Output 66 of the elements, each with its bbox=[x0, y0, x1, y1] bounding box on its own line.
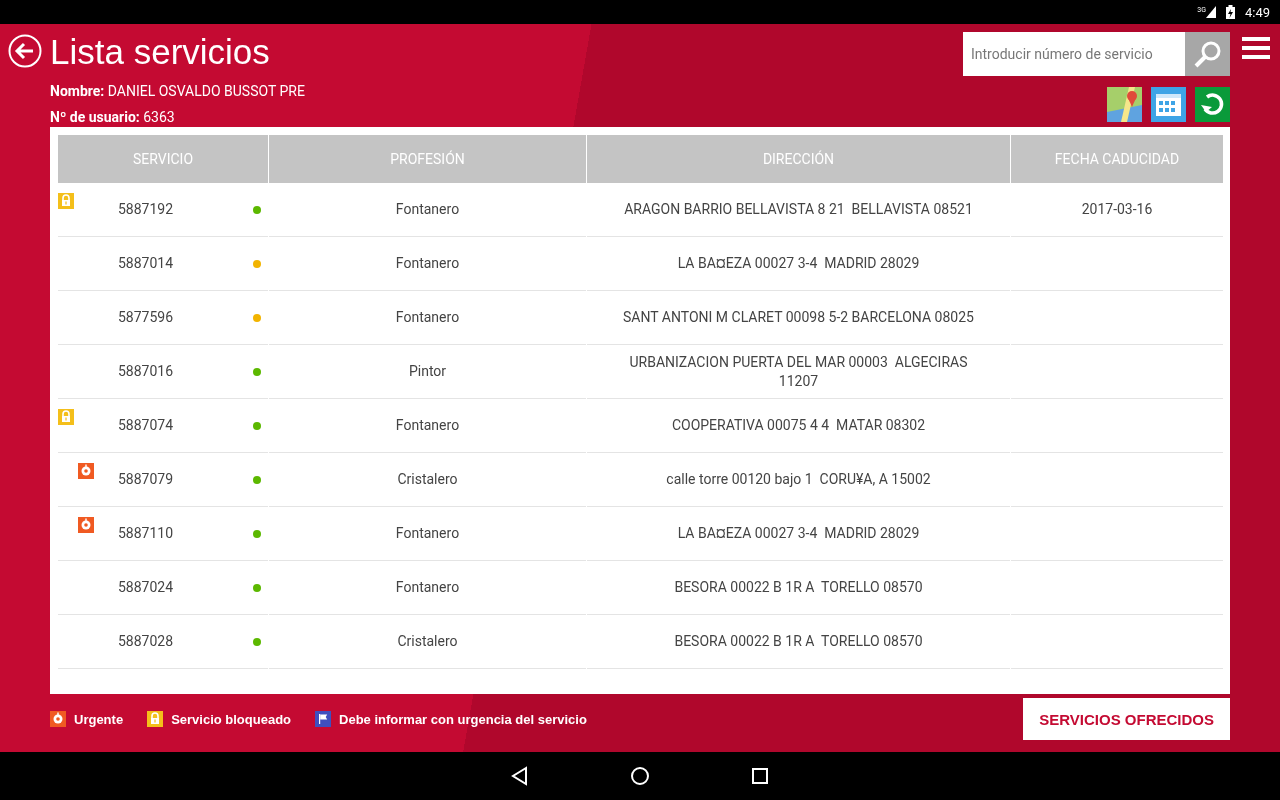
recents-nav-button[interactable] bbox=[750, 766, 770, 786]
address-cell: SANT ANTONI M CLARET 00098 5-2 BARCELONA 08025 bbox=[623, 308, 974, 327]
expiry-date-cell: 2017-03-16 bbox=[1081, 200, 1153, 219]
address-cell: LA BA¤EZA 00027 3-4 MADRID 28029 bbox=[677, 254, 920, 273]
profession-cell: Fontanero bbox=[395, 524, 460, 543]
service-number[interactable]: 5887028 bbox=[118, 632, 208, 651]
address-cell: BESORA 00022 B 1R A TORELLO 08570 bbox=[674, 578, 923, 597]
siren-icon bbox=[50, 711, 66, 727]
triangle-icon bbox=[510, 766, 530, 786]
calendar-button[interactable] bbox=[1151, 87, 1186, 122]
home-nav-button[interactable] bbox=[630, 766, 650, 786]
profession-cell: Fontanero bbox=[395, 254, 460, 273]
user-number: Nº de usuario: 6363 bbox=[50, 108, 176, 127]
legend-label: Urgente bbox=[74, 711, 124, 727]
service-number[interactable]: 5887079 bbox=[118, 470, 208, 489]
circle-icon bbox=[630, 766, 650, 786]
profession-cell: Pintor bbox=[408, 362, 447, 381]
address-cell: ARAGON BARRIO BELLAVISTA 8 21 BELLAVISTA 08521 bbox=[624, 200, 973, 219]
menu-icon bbox=[1242, 34, 1270, 62]
map-pin-icon bbox=[1107, 87, 1142, 122]
column-header: DIRECCIÓN bbox=[587, 135, 1010, 183]
signal-icon bbox=[1205, 6, 1216, 18]
user-name: Nombre: DANIEL OSVALDO BUSSOT PRE bbox=[50, 82, 305, 101]
service-number[interactable]: 5887024 bbox=[118, 578, 208, 597]
profession-cell: Fontanero bbox=[395, 416, 460, 435]
service-number[interactable]: 5887110 bbox=[118, 524, 208, 543]
column-header: SERVICIO bbox=[58, 135, 268, 183]
calendar-icon bbox=[1151, 87, 1186, 122]
padlock-icon bbox=[147, 711, 164, 727]
column-header: PROFESIÓN bbox=[269, 135, 586, 183]
offered-services-button[interactable]: SERVICIOS OFRECIDOS bbox=[1023, 698, 1230, 740]
refresh-icon bbox=[1195, 87, 1230, 122]
legend-label: Servicio bloqueado bbox=[171, 711, 292, 727]
padlock-icon bbox=[58, 409, 74, 425]
search-field[interactable]: Introducir número de servicio bbox=[963, 32, 1185, 76]
address-cell: calle torre 00120 bajo 1 CORU¥A, A 15002 bbox=[666, 470, 931, 489]
padlock-icon bbox=[58, 193, 74, 209]
battery-icon bbox=[1225, 5, 1235, 19]
square-icon bbox=[750, 766, 770, 786]
refresh-button[interactable] bbox=[1195, 87, 1230, 122]
profession-cell: Fontanero bbox=[395, 308, 460, 327]
column-header: FECHA CADUCIDAD bbox=[1011, 135, 1223, 183]
profession-cell: Fontanero bbox=[395, 200, 460, 219]
flag-icon bbox=[315, 711, 332, 727]
service-number[interactable]: 5877596 bbox=[118, 308, 208, 327]
address-cell: LA BA¤EZA 00027 3-4 MADRID 28029 bbox=[677, 524, 920, 543]
address-cell: BESORA 00022 B 1R A TORELLO 08570 bbox=[674, 632, 923, 651]
profession-cell: Cristalero bbox=[397, 632, 458, 651]
profession-cell: Cristalero bbox=[397, 470, 458, 489]
service-number[interactable]: 5887192 bbox=[118, 200, 208, 219]
search-icon bbox=[1192, 39, 1223, 69]
back-button[interactable] bbox=[8, 34, 42, 68]
clock-time: 4:49 bbox=[1244, 4, 1270, 20]
profession-cell: Fontanero bbox=[395, 578, 460, 597]
siren-icon bbox=[78, 463, 94, 479]
back-nav-button[interactable] bbox=[510, 766, 530, 786]
legend-label: Debe informar con urgencia del servicio bbox=[339, 711, 587, 727]
siren-icon bbox=[78, 517, 94, 533]
menu-button[interactable] bbox=[1242, 34, 1270, 62]
address-cell: COOPERATIVA 00075 4 4 MATAR 08302 bbox=[671, 416, 926, 435]
service-number[interactable]: 5887014 bbox=[118, 254, 208, 273]
page-title: Lista servicios bbox=[50, 32, 271, 72]
service-number[interactable]: 5887016 bbox=[118, 362, 208, 381]
address-cell-text: URBANIZACION PUERTA DEL MAR 00003 ALGECIRAS 11207 bbox=[628, 352, 969, 391]
map-button[interactable] bbox=[1107, 87, 1142, 122]
service-number[interactable]: 5887074 bbox=[118, 416, 208, 435]
